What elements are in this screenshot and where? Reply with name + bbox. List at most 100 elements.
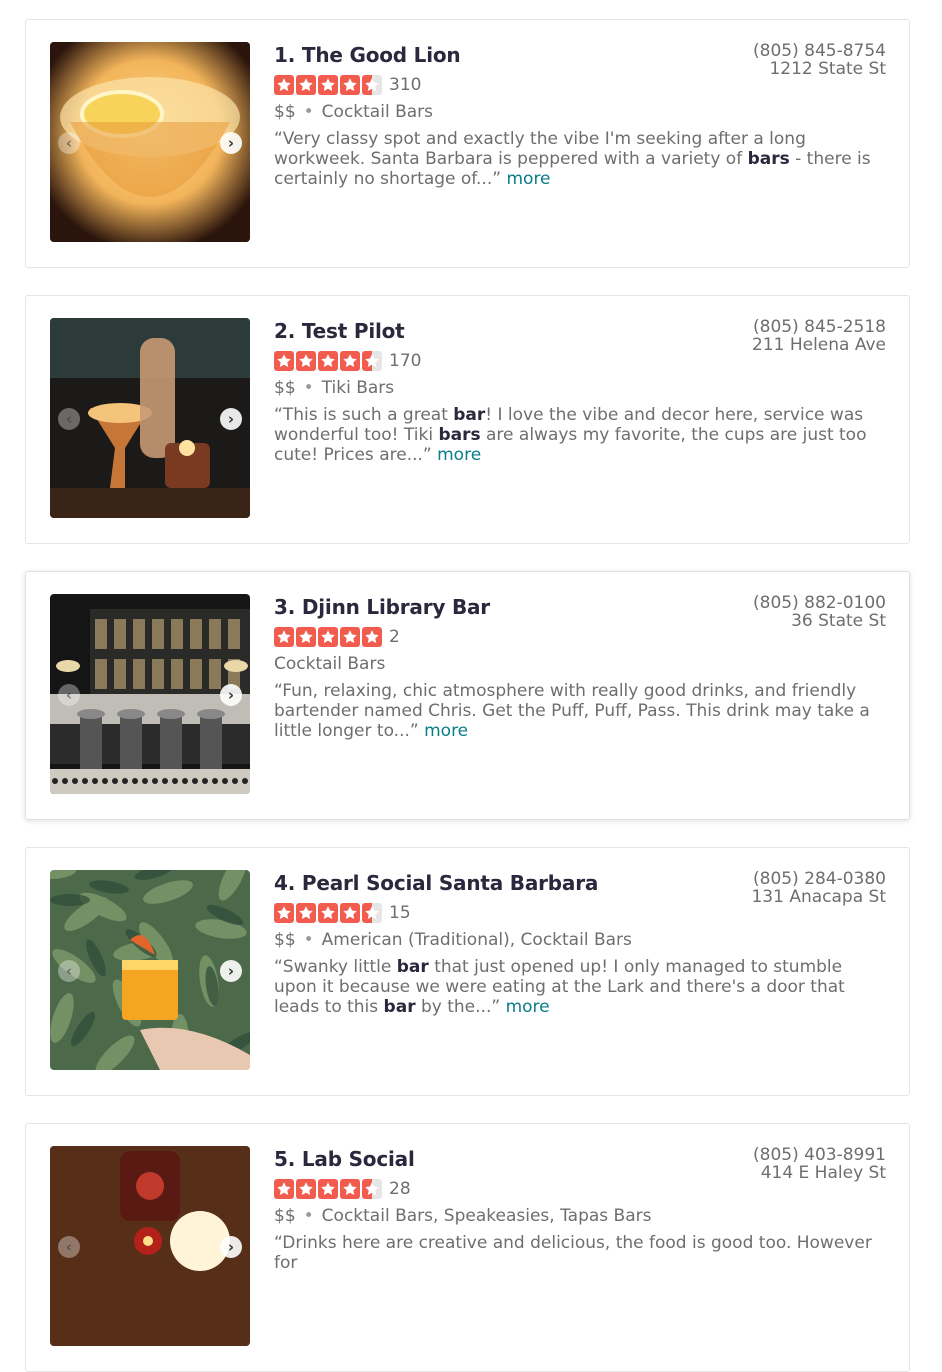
next-photo-button[interactable]: › <box>220 408 242 430</box>
snippet-highlight: bar <box>396 957 429 977</box>
star-icon <box>296 627 316 647</box>
star-icon <box>362 627 382 647</box>
star-icon <box>362 351 382 371</box>
street-address: 36 State St <box>791 611 886 631</box>
star-icon <box>318 1179 338 1199</box>
review-snippet: “Fun, relaxing, chic atmosphere with rea… <box>274 681 884 741</box>
street-address: 1212 State St <box>769 59 886 79</box>
read-more-link[interactable]: more <box>506 169 550 189</box>
contact-info: (805) 845-2518 211 Helena Ave <box>752 318 886 354</box>
contact-info: (805) 882-0100 36 State St <box>753 594 886 630</box>
previous-photo-button[interactable]: ‹ <box>58 132 80 154</box>
business-result-card[interactable]: ‹ › 4. Pearl Social Santa Barbara 15 $$ •… <box>25 847 910 1096</box>
business-name-link[interactable]: 2. Test Pilot <box>274 319 405 343</box>
business-result-card[interactable]: ‹ › 3. Djinn Library Bar 2 Cocktail Bars… <box>25 571 910 820</box>
business-name-link[interactable]: 5. Lab Social <box>274 1147 415 1171</box>
previous-photo-button[interactable]: ‹ <box>58 684 80 706</box>
star-icon <box>340 351 360 371</box>
price-range: $$ <box>274 1206 296 1226</box>
read-more-link[interactable]: more <box>506 997 550 1017</box>
contact-info: (805) 403-8991 414 E Haley St <box>753 1146 886 1182</box>
star-icon <box>296 351 316 371</box>
star-icon <box>362 75 382 95</box>
previous-photo-button[interactable]: ‹ <box>58 408 80 430</box>
snippet-text: “Very classy spot and exactly the vibe I… <box>274 129 806 169</box>
business-name-link[interactable]: 4. Pearl Social Santa Barbara <box>274 871 598 895</box>
category-links[interactable]: Cocktail Bars, Speakeasies, Tapas Bars <box>322 1206 652 1226</box>
review-count[interactable]: 15 <box>389 903 411 923</box>
contact-info: (805) 284-0380 131 Anacapa St <box>751 870 886 906</box>
star-icon <box>362 903 382 923</box>
price-category-row: $$ • Tiki Bars <box>274 377 884 399</box>
snippet-text: “This is such a great <box>274 405 454 425</box>
category-links[interactable]: Cocktail Bars <box>322 102 433 122</box>
contact-info: (805) 845-8754 1212 State St <box>753 42 886 78</box>
review-count[interactable]: 310 <box>389 75 421 95</box>
chevron-right-icon: › <box>227 685 235 704</box>
chevron-right-icon: › <box>227 961 235 980</box>
business-result-card[interactable]: ‹ › 5. Lab Social 28 $$ • Cocktail Bars, S… <box>25 1123 910 1372</box>
business-photo[interactable]: ‹ › <box>50 594 250 794</box>
street-address: 211 Helena Ave <box>751 335 886 355</box>
review-count[interactable]: 170 <box>389 351 421 371</box>
star-rating <box>274 627 382 647</box>
star-icon <box>296 1179 316 1199</box>
snippet-highlight: bar <box>453 405 486 425</box>
star-icon <box>318 351 338 371</box>
star-icon <box>340 75 360 95</box>
category-links[interactable]: American (Traditional), Cocktail Bars <box>322 930 632 950</box>
next-photo-button[interactable]: › <box>220 960 242 982</box>
phone-number: (805) 845-2518 <box>753 317 886 337</box>
next-photo-button[interactable]: › <box>220 1236 242 1258</box>
business-photo[interactable]: ‹ › <box>50 870 250 1070</box>
street-address: 414 E Haley St <box>760 1163 886 1183</box>
chevron-left-icon: ‹ <box>65 685 73 704</box>
star-icon <box>296 75 316 95</box>
category-links[interactable]: Tiki Bars <box>322 378 394 398</box>
price-category-row: $$ • American (Traditional), Cocktail Bars <box>274 929 884 951</box>
separator-dot: • <box>303 1206 314 1226</box>
star-icon <box>274 75 294 95</box>
next-photo-button[interactable]: › <box>220 132 242 154</box>
star-icon <box>296 903 316 923</box>
snippet-text: by the...” <box>415 997 506 1017</box>
review-count[interactable]: 2 <box>389 627 400 647</box>
business-result-card[interactable]: ‹ › 1. The Good Lion 310 $$ • Cocktail Bar… <box>25 19 910 268</box>
chevron-left-icon: ‹ <box>65 409 73 428</box>
star-icon <box>340 903 360 923</box>
snippet-highlight: bars <box>438 425 481 445</box>
chevron-left-icon: ‹ <box>65 961 73 980</box>
star-icon <box>274 903 294 923</box>
business-photo[interactable]: ‹ › <box>50 42 250 242</box>
snippet-text: “Drinks here are creative and delicious,… <box>274 1233 872 1273</box>
phone-number: (805) 845-8754 <box>753 41 886 61</box>
star-rating <box>274 351 382 371</box>
snippet-highlight: bars <box>747 149 790 169</box>
previous-photo-button[interactable]: ‹ <box>58 1236 80 1258</box>
business-photo[interactable]: ‹ › <box>50 1146 250 1346</box>
business-result-card[interactable]: ‹ › 2. Test Pilot 170 $$ • Tiki Bars “This… <box>25 295 910 544</box>
review-snippet: “This is such a great bar! I love the vi… <box>274 405 884 465</box>
star-icon <box>274 351 294 371</box>
star-rating <box>274 903 382 923</box>
price-category-row: $$ • Cocktail Bars <box>274 101 884 123</box>
previous-photo-button[interactable]: ‹ <box>58 960 80 982</box>
business-photo[interactable]: ‹ › <box>50 318 250 518</box>
price-category-row: $$ • Cocktail Bars, Speakeasies, Tapas Bar… <box>274 1205 884 1227</box>
review-snippet: “Swanky little bar that just opened up! … <box>274 957 884 1017</box>
next-photo-button[interactable]: › <box>220 684 242 706</box>
chevron-right-icon: › <box>227 409 235 428</box>
read-more-link[interactable]: more <box>424 721 468 741</box>
separator-dot: • <box>303 102 314 122</box>
business-name-link[interactable]: 1. The Good Lion <box>274 43 461 67</box>
snippet-text: “Swanky little <box>274 957 397 977</box>
category-links[interactable]: Cocktail Bars <box>274 654 385 674</box>
star-rating <box>274 1179 382 1199</box>
chevron-left-icon: ‹ <box>65 133 73 152</box>
star-icon <box>340 1179 360 1199</box>
business-name-link[interactable]: 3. Djinn Library Bar <box>274 595 490 619</box>
star-icon <box>340 627 360 647</box>
review-count[interactable]: 28 <box>389 1179 411 1199</box>
price-category-row: Cocktail Bars <box>274 653 884 675</box>
read-more-link[interactable]: more <box>437 445 481 465</box>
